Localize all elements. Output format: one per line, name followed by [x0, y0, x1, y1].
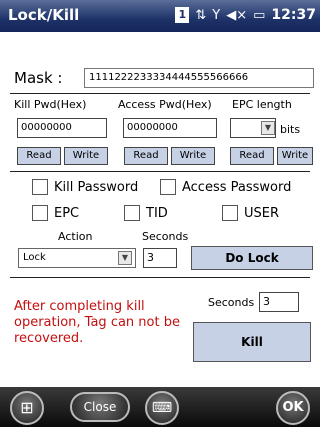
epc-dropdown-arrow-icon[interactable]: ▼	[261, 121, 275, 135]
divider	[10, 171, 310, 172]
lock-seconds-input[interactable]: 3	[143, 248, 177, 268]
signal-icon: ⇅	[195, 7, 207, 23]
epc-read-button[interactable]: Read	[230, 147, 274, 165]
title-bar: Lock/Kill 1 ⇅ Y ◀× ▭ 12:37	[0, 0, 320, 32]
window-title: Lock/Kill	[8, 6, 80, 24]
tid-label: TID	[146, 205, 168, 221]
mask-row: Mask : 1111222233334444555566666	[14, 68, 314, 88]
kill-password-checkbox[interactable]: Kill Password	[32, 179, 138, 195]
epc-write-button[interactable]: Write	[277, 147, 313, 165]
kill-pwd-input[interactable]: 00000000	[17, 118, 107, 138]
status-icons: 1 ⇅ Y ◀× ▭ 12:37	[175, 7, 316, 23]
checkbox[interactable]	[32, 205, 48, 221]
action-dropdown-arrow-icon[interactable]: ▼	[118, 251, 132, 265]
windows-start-icon[interactable]: ⊞	[10, 391, 44, 425]
divider	[10, 93, 310, 94]
soft-key-bar: ⊞ Close ⌨ OK	[0, 387, 320, 427]
kill-password-label: Kill Password	[54, 179, 139, 195]
access-pwd-input[interactable]: 00000000	[123, 118, 217, 138]
checkbox[interactable]	[160, 179, 176, 195]
bits-label: bits	[280, 123, 301, 136]
divider	[10, 277, 310, 278]
do-lock-button[interactable]: Do Lock	[191, 246, 313, 270]
close-button[interactable]: Close	[70, 392, 130, 422]
kill-warning-text: After completing kill operation, Tag can…	[14, 299, 180, 346]
epc-label: EPC	[54, 205, 80, 221]
access-read-button[interactable]: Read	[124, 147, 168, 165]
action-label: Action	[58, 230, 93, 243]
keyboard-icon[interactable]: ⌨	[145, 391, 179, 425]
clock[interactable]: 12:37	[271, 7, 316, 23]
kill-seconds-label: Seconds	[208, 296, 255, 309]
access-pwd-label: Access Pwd(Hex)	[118, 98, 212, 111]
epc-length-label: EPC length	[232, 98, 292, 111]
epc-checkbox[interactable]: EPC	[32, 205, 79, 221]
checkbox[interactable]	[222, 205, 238, 221]
access-write-button[interactable]: Write	[171, 147, 215, 165]
access-password-checkbox[interactable]: Access Password	[160, 179, 291, 195]
mask-label: Mask :	[14, 69, 63, 87]
sim-badge: 1	[175, 7, 190, 23]
volume-mute-icon[interactable]: ◀×	[226, 8, 247, 23]
checkbox[interactable]	[32, 179, 48, 195]
main-content: Mask : 1111222233334444555566666 Kill Pw…	[0, 32, 320, 387]
tid-checkbox[interactable]: TID	[124, 205, 168, 221]
kill-pwd-label: Kill Pwd(Hex)	[14, 98, 87, 111]
battery-icon: ▭	[253, 7, 266, 23]
access-password-label: Access Password	[182, 179, 292, 195]
kill-seconds-input[interactable]: 3	[259, 292, 299, 312]
antenna-icon: Y	[212, 7, 221, 23]
kill-read-button[interactable]: Read	[17, 147, 61, 165]
ok-button[interactable]: OK	[276, 391, 310, 425]
lock-seconds-label: Seconds	[142, 230, 189, 243]
kill-write-button[interactable]: Write	[64, 147, 108, 165]
checkbox[interactable]	[124, 205, 140, 221]
kill-button[interactable]: Kill	[193, 322, 311, 362]
mask-input[interactable]: 1111222233334444555566666	[84, 68, 314, 88]
user-label: USER	[244, 205, 280, 221]
user-checkbox[interactable]: USER	[222, 205, 279, 221]
